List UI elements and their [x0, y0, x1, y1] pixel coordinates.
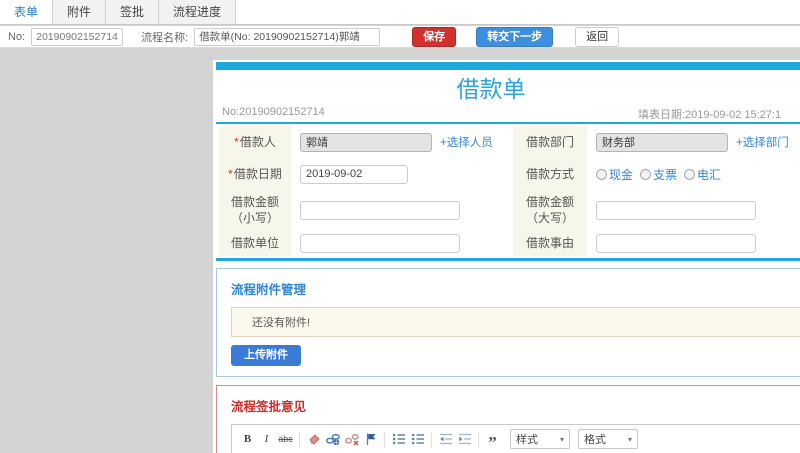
amount-lower-label: 借款金额（小写） [219, 190, 291, 230]
amount-upper-label: 借款金额（大写） [513, 190, 587, 230]
borrower-label: * 借款人 [219, 126, 291, 158]
loan-reason-input[interactable] [596, 233, 756, 253]
loan-form-table: *借款人 +选择人员 借款部门 +选择部门 *借款日期 借款方式 现金 支票 电… [219, 126, 800, 256]
loan-date-field [291, 158, 513, 190]
next-step-button[interactable]: 转交下一步 [476, 26, 554, 47]
remove-format-button[interactable] [304, 430, 323, 449]
no-attachment-message: 还没有附件! [231, 307, 800, 337]
radio-icon[interactable] [596, 168, 607, 180]
loan-unit-label: 借款单位 [219, 230, 291, 256]
format-dropdown[interactable]: 格式 ▾ [578, 429, 638, 449]
toolbar-separator [384, 431, 385, 447]
select-person-link[interactable]: +选择人员 [440, 134, 493, 150]
loan-method-field: 现金 支票 电汇 [587, 158, 800, 190]
loan-method-option-wire[interactable]: 电汇 [684, 166, 721, 183]
loan-date-input[interactable] [300, 164, 408, 184]
bulleted-list-button[interactable] [408, 430, 427, 449]
blockquote-button[interactable]: ” [483, 430, 502, 451]
no-label: No: [8, 30, 26, 43]
amount-upper-field [587, 190, 800, 230]
form-panel: 借款单 No:20190902152714 填表日期:2019-09-02 15… [213, 60, 800, 453]
outdent-button[interactable] [436, 430, 455, 449]
panel-top-accent-bar [216, 62, 800, 70]
radio-icon[interactable] [684, 168, 696, 180]
link-icon [325, 434, 340, 446]
tab-progress[interactable]: 流程进度 [159, 0, 237, 24]
bulleted-list-icon [411, 433, 424, 445]
tab-attachment[interactable]: 附件 [53, 0, 107, 24]
italic-button[interactable]: I [257, 430, 276, 449]
save-button[interactable]: 保存 [412, 26, 457, 47]
indent-icon [458, 433, 471, 445]
indent-button[interactable] [455, 430, 474, 449]
remove-format-icon [308, 434, 320, 445]
chevron-down-icon: ▾ [559, 434, 564, 444]
upload-attachment-button[interactable]: 上传附件 [231, 345, 301, 366]
borrower-input[interactable] [300, 132, 432, 152]
rich-text-editor: B I abc ” 样式 ▾ 格式 ▾ [231, 424, 800, 453]
loan-date-label: * 借款日期 [219, 158, 291, 190]
numbered-list-button[interactable] [389, 430, 408, 449]
loan-method-option-check[interactable]: 支票 [640, 166, 677, 183]
tab-bar: 表单 附件 签批 流程进度 [0, 0, 800, 25]
select-department-link[interactable]: +选择部门 [736, 134, 789, 150]
approval-section-title: 流程签批意见 [231, 400, 307, 414]
process-name-label: 流程名称: [141, 31, 189, 44]
department-label: 借款部门 [513, 126, 587, 158]
form-date-text: 填表日期:2019-09-02 15:27:1 [638, 109, 782, 121]
back-button[interactable]: 返回 [575, 26, 620, 47]
anchor-flag-button[interactable] [361, 430, 380, 449]
attachments-section: 流程附件管理 还没有附件! 上传附件 [216, 268, 800, 377]
amount-upper-input[interactable] [596, 200, 756, 220]
amount-lower-field [291, 190, 513, 230]
action-toolbar: No: 流程名称: 保存 转交下一步 返回 [0, 26, 800, 48]
screen: 表单 附件 签批 流程进度 No: 流程名称: 保存 转交下一步 返回 借款单 … [0, 0, 800, 453]
attachments-section-title: 流程附件管理 [231, 283, 307, 297]
tab-form[interactable]: 表单 [0, 0, 54, 24]
loan-reason-field [587, 230, 800, 256]
unlink-button[interactable] [342, 430, 361, 449]
toolbar-separator [478, 431, 479, 447]
loan-method-label: 借款方式 [513, 158, 587, 190]
process-name-input[interactable] [194, 27, 381, 46]
bold-button[interactable]: B [238, 430, 257, 449]
radio-icon[interactable] [640, 168, 652, 180]
outdent-icon [439, 433, 452, 445]
no-input[interactable] [31, 27, 124, 46]
form-no-text: No:20190902152714 [222, 106, 325, 118]
department-field: +选择部门 [587, 126, 800, 158]
loan-method-option-cash[interactable]: 现金 [596, 166, 633, 183]
toolbar-separator [299, 431, 300, 447]
form-title: 借款单 [456, 76, 526, 102]
chevron-down-icon: ▾ [627, 434, 632, 444]
toolbar-separator [431, 431, 432, 447]
divider [216, 258, 800, 261]
loan-reason-label: 借款事由 [513, 230, 587, 256]
amount-lower-input[interactable] [300, 200, 460, 220]
numbered-list-icon [392, 433, 405, 445]
styles-dropdown[interactable]: 样式 ▾ [510, 429, 570, 449]
loan-unit-input[interactable] [300, 233, 460, 253]
editor-toolbar: B I abc ” 样式 ▾ 格式 ▾ [232, 425, 800, 453]
anchor-flag-icon [366, 433, 375, 445]
borrower-field: +选择人员 [291, 126, 513, 158]
strikethrough-button[interactable]: abc [276, 430, 295, 449]
form-meta-row: No:20190902152714 填表日期:2019-09-02 15:27:… [213, 104, 800, 121]
divider [216, 122, 800, 124]
loan-unit-field [291, 230, 513, 256]
unlink-icon [344, 434, 359, 446]
tab-approval[interactable]: 签批 [106, 0, 160, 24]
approval-section: 流程签批意见 B I abc ” 样式 ▾ 格式 ▾ [216, 385, 800, 453]
link-button[interactable] [323, 430, 342, 449]
department-input[interactable] [596, 132, 728, 152]
